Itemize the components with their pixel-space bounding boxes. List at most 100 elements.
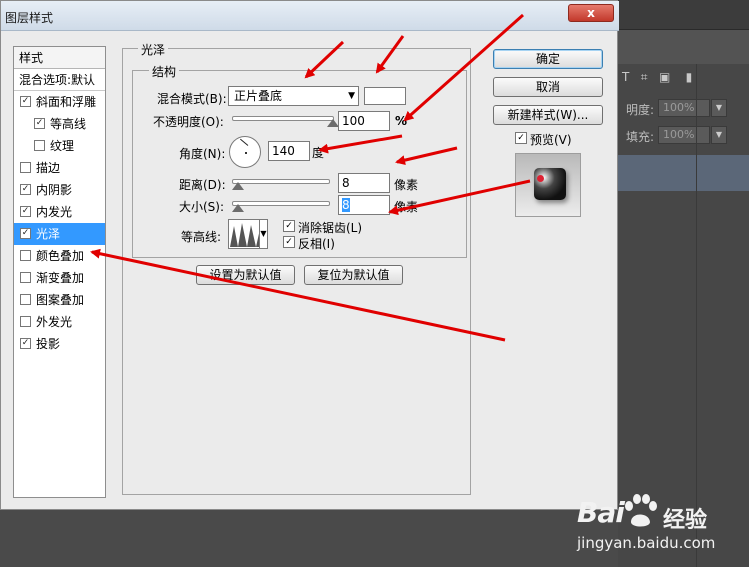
size-slider[interactable]: [232, 201, 330, 206]
angle-unit: 度: [312, 146, 325, 160]
stroke-checkbox[interactable]: [20, 162, 31, 173]
baidu-watermark: Bai 经验 jingyan.baidu.com: [573, 490, 723, 560]
style-item-label: 投影: [36, 337, 61, 351]
color-overlay-checkbox[interactable]: [20, 250, 31, 261]
text-filter-icon[interactable]: T: [622, 70, 629, 84]
distance-label: 距离(D):: [179, 178, 226, 192]
style-item-pattern-overlay[interactable]: 图案叠加: [14, 289, 105, 311]
style-item-label: 描边: [36, 161, 61, 175]
gradient-overlay-checkbox[interactable]: [20, 272, 31, 283]
style-list: 样式 混合选项:默认 ✓ 斜面和浮雕 ✓ 等高线 纹理 描边 ✓ 内阴影 ✓ 内…: [13, 46, 106, 498]
preview-object: [534, 168, 566, 200]
bevel-emboss-checkbox[interactable]: ✓: [20, 96, 31, 107]
satin-color-swatch[interactable]: [364, 87, 406, 105]
layer-fill-input[interactable]: 100%: [658, 126, 710, 144]
style-item-gradient-overlay[interactable]: 渐变叠加: [14, 267, 105, 289]
style-item-label: 外发光: [36, 315, 73, 329]
shape-filter-icon[interactable]: ⌗: [641, 70, 648, 84]
opacity-input[interactable]: 100: [338, 111, 390, 131]
chevron-down-icon: ▼: [348, 91, 355, 101]
style-item-satin[interactable]: ✓ 光泽: [14, 223, 105, 245]
angle-dial[interactable]: [229, 136, 261, 168]
style-item-label: 等高线: [50, 117, 87, 131]
contour-checkbox[interactable]: ✓: [34, 118, 45, 129]
dialog-titlebar[interactable]: 图层样式 x: [1, 1, 619, 31]
satin-checkbox[interactable]: ✓: [20, 228, 31, 239]
texture-checkbox[interactable]: [34, 140, 45, 151]
cancel-button[interactable]: 取消: [493, 77, 603, 97]
structure-group-title: 结构: [149, 63, 180, 80]
blending-options-item[interactable]: 混合选项:默认: [14, 69, 105, 91]
pattern-overlay-checkbox[interactable]: [20, 294, 31, 305]
style-item-label: 纹理: [50, 139, 75, 153]
style-item-texture[interactable]: 纹理: [14, 135, 105, 157]
close-button[interactable]: x: [568, 4, 614, 22]
size-label: 大小(S):: [179, 200, 225, 214]
opacity-unit: %: [395, 114, 408, 128]
distance-slider-handle[interactable]: [232, 182, 244, 190]
style-item-contour[interactable]: ✓ 等高线: [14, 113, 105, 135]
smart-object-filter-icon[interactable]: ▣: [659, 70, 670, 84]
filter-toggle-icon[interactable]: ▮: [686, 70, 693, 84]
style-preview-thumbnail: [515, 153, 581, 217]
layer-opacity-input[interactable]: 100%: [658, 99, 710, 117]
layer-opacity-label: 明度:: [626, 103, 655, 117]
preview-checkbox[interactable]: ✓: [515, 132, 527, 144]
selected-layer-row[interactable]: [618, 155, 749, 191]
size-slider-handle[interactable]: [232, 204, 244, 212]
angle-input[interactable]: 140: [268, 141, 310, 161]
photoshop-toolbar: [618, 0, 749, 30]
dialog-title: 图层样式: [5, 11, 54, 25]
watermark-brand-cn: 经验: [663, 508, 708, 533]
contour-label: 等高线:: [181, 230, 222, 244]
preview-label[interactable]: 预览(V): [530, 131, 572, 148]
anti-alias-label[interactable]: 消除锯齿(L): [298, 219, 362, 236]
contour-dropdown[interactable]: ▼: [259, 219, 268, 249]
size-input[interactable]: 8: [338, 195, 390, 215]
invert-label[interactable]: 反相(I): [298, 235, 335, 252]
satin-group-title: 光泽: [138, 41, 169, 58]
outer-glow-checkbox[interactable]: [20, 316, 31, 327]
ok-button[interactable]: 确定: [493, 49, 603, 69]
layer-style-dialog: 图层样式 x 样式 混合选项:默认 ✓ 斜面和浮雕 ✓ 等高线 纹理 描边 ✓ …: [0, 0, 619, 510]
style-item-bevel-emboss[interactable]: ✓ 斜面和浮雕: [14, 91, 105, 113]
style-item-inner-shadow[interactable]: ✓ 内阴影: [14, 179, 105, 201]
blend-mode-select[interactable]: 正片叠底 ▼: [228, 86, 359, 106]
invert-checkbox[interactable]: ✓: [283, 236, 295, 248]
baidu-paw-icon: [625, 494, 657, 527]
style-item-outer-glow[interactable]: 外发光: [14, 311, 105, 333]
chevron-down-icon[interactable]: ▼: [711, 126, 727, 144]
style-item-stroke[interactable]: 描边: [14, 157, 105, 179]
size-value: 8: [342, 198, 350, 212]
style-item-label: 颜色叠加: [36, 249, 85, 263]
distance-slider[interactable]: [232, 179, 330, 184]
style-item-drop-shadow[interactable]: ✓ 投影: [14, 333, 105, 355]
style-item-label: 图案叠加: [36, 293, 85, 307]
watermark-brand: Bai: [577, 496, 625, 529]
style-item-label: 渐变叠加: [36, 271, 85, 285]
inner-glow-checkbox[interactable]: ✓: [20, 206, 31, 217]
drop-shadow-checkbox[interactable]: ✓: [20, 338, 31, 349]
watermark-url: jingyan.baidu.com: [577, 534, 716, 552]
opacity-slider[interactable]: [232, 116, 334, 121]
anti-alias-checkbox[interactable]: ✓: [283, 220, 295, 232]
blend-mode-value: 正片叠底: [234, 89, 283, 103]
style-item-inner-glow[interactable]: ✓ 内发光: [14, 201, 105, 223]
inner-shadow-checkbox[interactable]: ✓: [20, 184, 31, 195]
opacity-label: 不透明度(O):: [153, 115, 224, 129]
style-item-label: 内阴影: [36, 183, 73, 197]
layers-filter-icons: T ⌗ ▣ ▮: [622, 70, 742, 90]
distance-input[interactable]: 8: [338, 173, 390, 193]
chevron-down-icon[interactable]: ▼: [711, 99, 727, 117]
layer-opacity-row: 明度: 100% ▼: [618, 97, 749, 121]
style-item-color-overlay[interactable]: 颜色叠加: [14, 245, 105, 267]
new-style-button[interactable]: 新建样式(W)...: [493, 105, 603, 125]
style-item-label: 光泽: [36, 227, 61, 241]
size-unit: 像素: [394, 200, 419, 214]
style-list-header[interactable]: 样式: [14, 47, 105, 69]
make-default-button[interactable]: 设置为默认值: [196, 265, 295, 285]
style-item-label: 斜面和浮雕: [36, 95, 97, 109]
layer-fill-label: 填充:: [626, 130, 655, 144]
reset-default-button[interactable]: 复位为默认值: [304, 265, 403, 285]
blend-mode-label: 混合模式(B):: [157, 92, 227, 106]
